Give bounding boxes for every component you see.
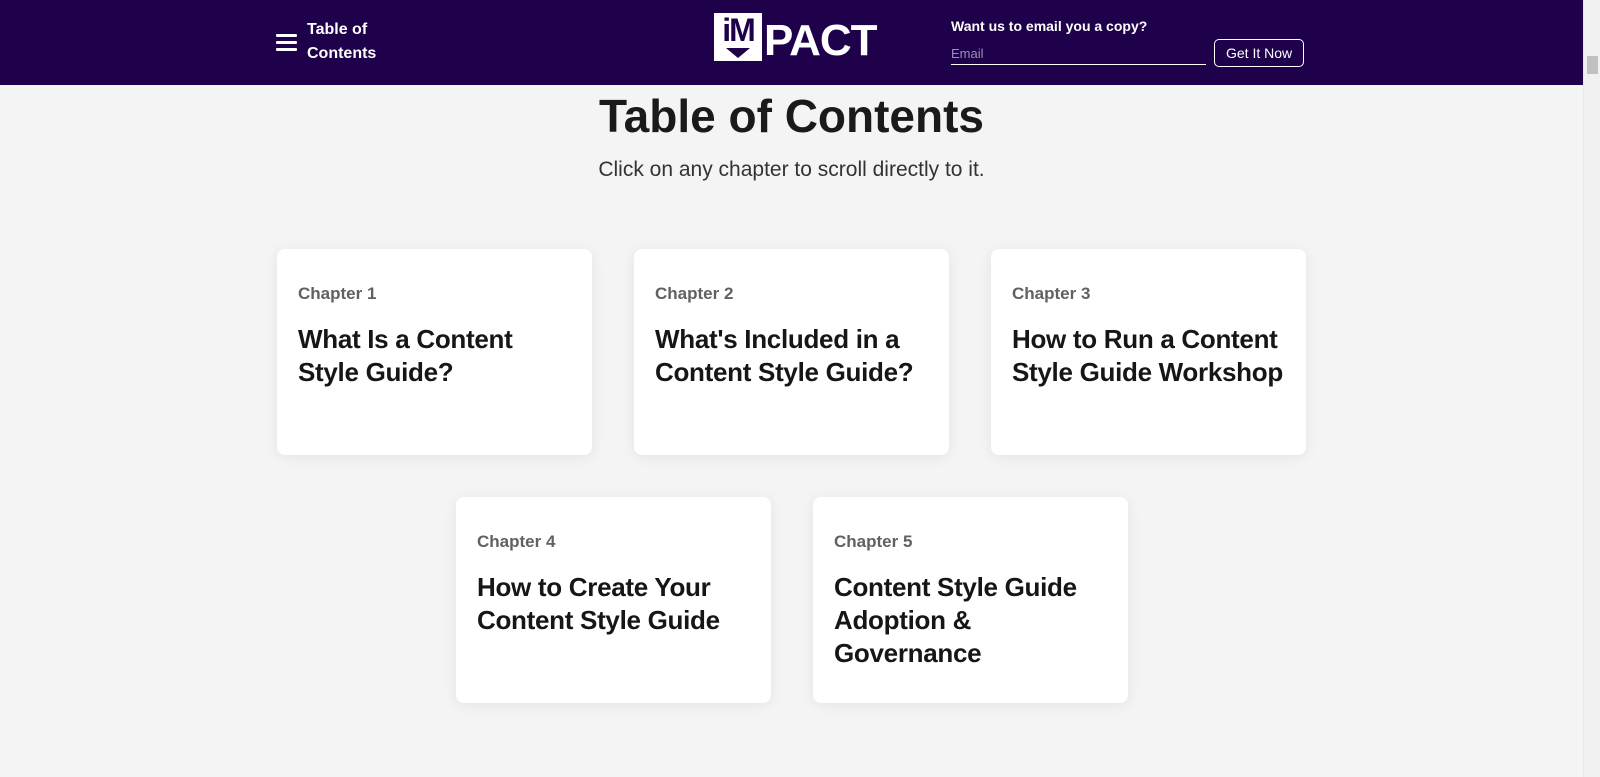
chapter-card-3[interactable]: Chapter 3 How to Run a Content Style Gui… — [991, 249, 1306, 455]
toc-menu-toggle[interactable]: Table of Contents — [276, 18, 387, 66]
chapter-number: Chapter 5 — [834, 532, 913, 551]
toc-menu-label: Table of Contents — [307, 21, 377, 62]
chapter-number: Chapter 2 — [655, 284, 734, 303]
chapter-number: Chapter 1 — [298, 284, 377, 303]
scrollbar-thumb[interactable] — [1587, 56, 1598, 74]
chapter-title: What's Included in a Content Style Guide… — [655, 324, 914, 387]
page-scrollbar[interactable] — [1583, 0, 1600, 777]
chapter-title: Content Style Guide Adoption & Governanc… — [834, 572, 1077, 668]
logo-mark: iM — [714, 13, 762, 61]
chapter-card-2[interactable]: Chapter 2 What's Included in a Content S… — [634, 249, 949, 455]
chapter-title: How to Create Your Content Style Guide — [477, 572, 720, 635]
chapter-number: Chapter 3 — [1012, 284, 1091, 303]
email-copy-form: Want us to email you a copy? Get It Now — [951, 17, 1306, 67]
page-viewport: Table of Contents iM PACT Want us to ema… — [0, 0, 1583, 777]
logo-chevron-icon — [726, 48, 750, 58]
chapter-title: What Is a Content Style Guide? — [298, 324, 513, 387]
hamburger-menu-icon — [276, 33, 297, 51]
impact-logo[interactable]: iM PACT — [714, 13, 878, 65]
logo-wordmark: PACT — [764, 16, 878, 65]
email-prompt: Want us to email you a copy? — [951, 18, 1148, 34]
get-it-now-button[interactable]: Get It Now — [1214, 39, 1305, 67]
chapter-card-5[interactable]: Chapter 5 Content Style Guide Adoption &… — [813, 497, 1128, 703]
logo-mark-text: iM — [722, 12, 756, 48]
top-navigation-bar: Table of Contents iM PACT Want us to ema… — [0, 0, 1583, 85]
email-input[interactable] — [951, 43, 1206, 65]
email-form-row: Get It Now — [951, 37, 1306, 67]
chapter-card-4[interactable]: Chapter 4 How to Create Your Content Sty… — [456, 497, 771, 703]
chapter-number: Chapter 4 — [477, 532, 556, 551]
page-subtitle: Click on any chapter to scroll directly … — [598, 158, 985, 181]
chapter-title: How to Run a Content Style Guide Worksho… — [1012, 324, 1283, 387]
page-title: Table of Contents — [598, 90, 985, 142]
chapter-card-1[interactable]: Chapter 1 What Is a Content Style Guide? — [277, 249, 592, 455]
